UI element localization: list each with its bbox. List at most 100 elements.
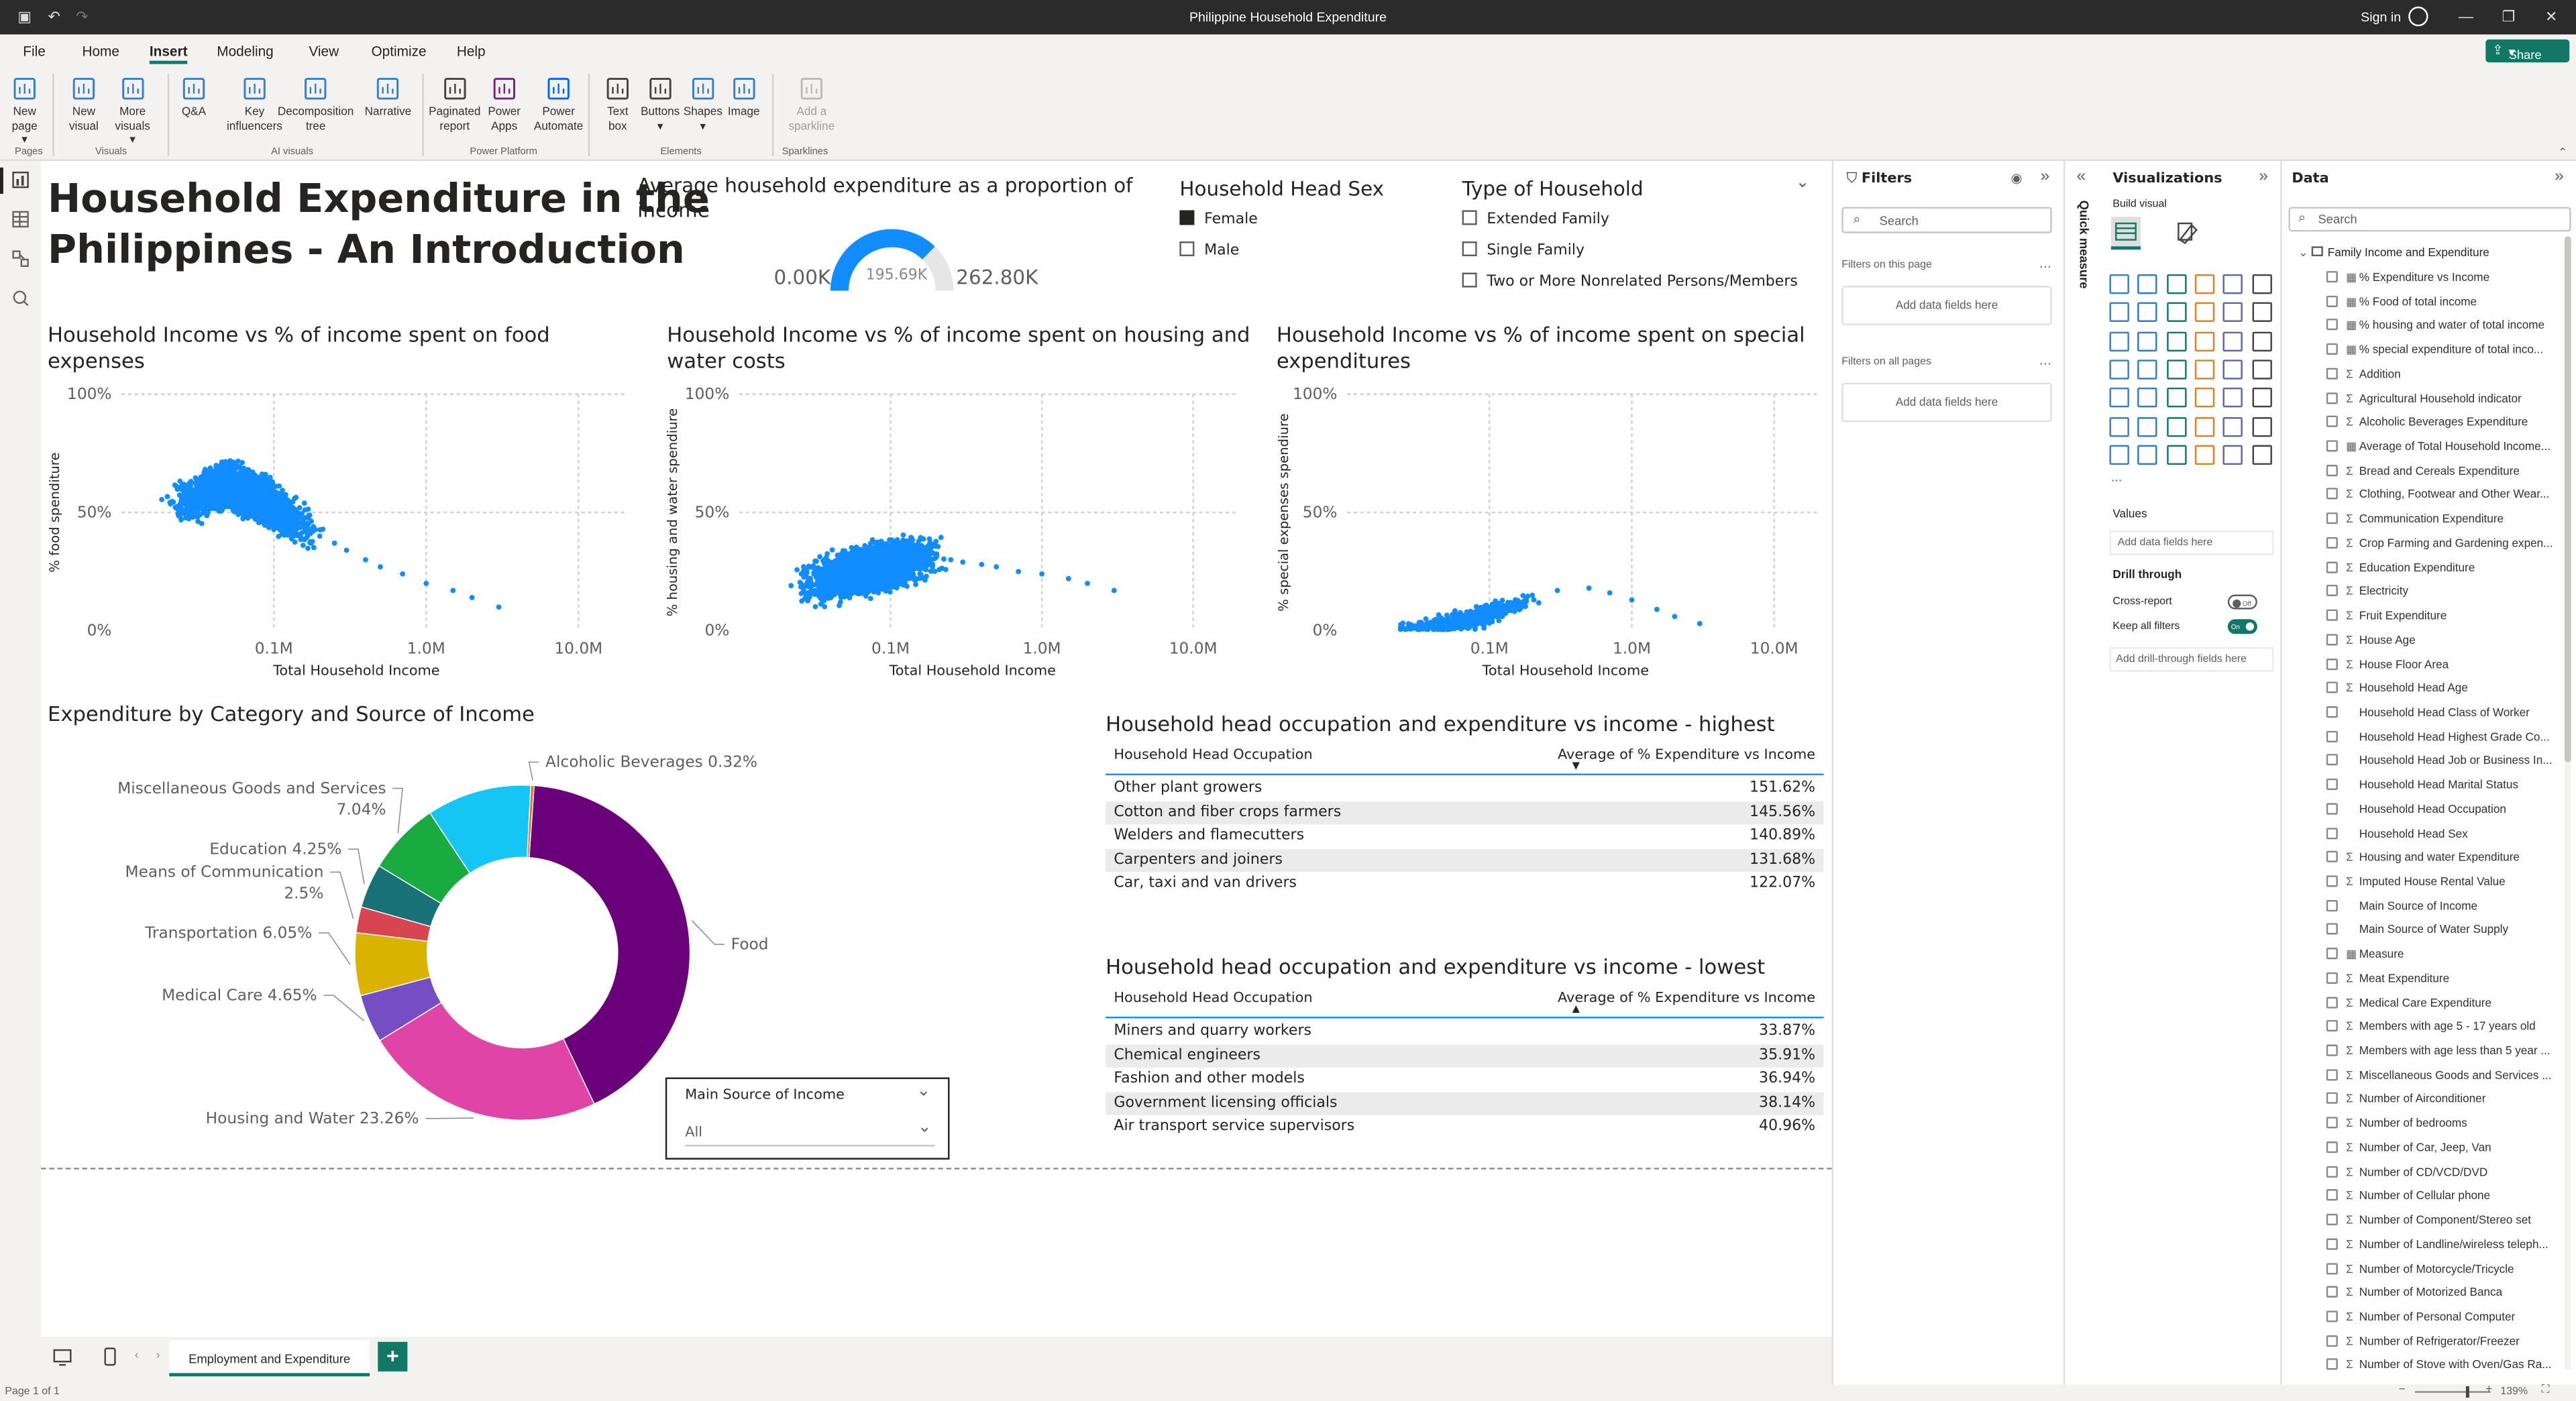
scatter-point[interactable]	[217, 476, 222, 482]
scatter-point[interactable]	[302, 516, 307, 521]
scatter-point[interactable]	[255, 511, 260, 516]
scatter-point[interactable]	[199, 500, 205, 505]
scatter-point[interactable]	[904, 561, 910, 567]
scatter-point[interactable]	[274, 507, 280, 512]
scatter-point[interactable]	[220, 500, 225, 506]
scatter-point[interactable]	[273, 522, 278, 528]
scatter-point[interactable]	[856, 591, 861, 596]
scatter-point[interactable]	[159, 497, 164, 502]
scatter-point[interactable]	[908, 535, 914, 540]
scatter-point[interactable]	[948, 557, 953, 563]
scatter-point[interactable]	[253, 505, 258, 510]
scatter-point[interactable]	[873, 588, 879, 594]
scatter-point[interactable]	[280, 488, 285, 493]
scatter-point[interactable]	[191, 500, 196, 506]
slicer-type-option[interactable]: Single Family	[1462, 241, 1585, 260]
scatter-point[interactable]	[276, 534, 281, 539]
scatter-point[interactable]	[1039, 571, 1044, 577]
menu-optimize[interactable]: Optimize	[371, 43, 426, 59]
scatter-point[interactable]	[242, 492, 248, 497]
scatter-point[interactable]	[191, 492, 197, 498]
power-apps-button[interactable]: PowerApps	[488, 74, 521, 135]
scatter-point[interactable]	[205, 489, 210, 494]
scatter-point[interactable]	[227, 497, 232, 502]
scatter-point[interactable]	[221, 472, 226, 478]
checkbox-checked[interactable]	[1179, 210, 1194, 225]
scatter-point[interactable]	[244, 467, 250, 472]
scatter-point[interactable]	[292, 539, 298, 545]
scatter-point[interactable]	[305, 523, 310, 528]
scatter-point[interactable]	[305, 546, 311, 551]
scatter-point[interactable]	[276, 484, 282, 489]
scatter-point[interactable]	[245, 516, 250, 521]
paginated-report-button[interactable]: Paginatedreport	[429, 74, 480, 135]
scatter-point[interactable]	[266, 525, 272, 530]
scatter-point[interactable]	[924, 545, 929, 550]
scatter-point[interactable]	[890, 541, 896, 547]
scatter-point[interactable]	[237, 465, 242, 470]
scatter-point[interactable]	[838, 600, 843, 605]
scatter-point[interactable]	[813, 604, 818, 610]
report-view-icon[interactable]	[11, 171, 30, 189]
scatter-point[interactable]	[918, 535, 923, 541]
scatter-point[interactable]	[184, 496, 190, 501]
scatter-point[interactable]	[302, 500, 307, 506]
scatter-point[interactable]	[496, 604, 502, 610]
slicer-type-option[interactable]: Extended Family	[1462, 210, 1609, 228]
scatter-point[interactable]	[207, 473, 213, 478]
scatter-point[interactable]	[231, 486, 237, 492]
scatter-point[interactable]	[994, 564, 999, 569]
scatter-point[interactable]	[267, 516, 272, 522]
text-box-button[interactable]: Textbox	[603, 74, 633, 135]
menu-home[interactable]: Home	[82, 43, 119, 59]
sign-in-link[interactable]: Sign in	[2361, 10, 2401, 25]
scatter-point[interactable]	[450, 588, 455, 594]
scatter-point[interactable]	[423, 581, 429, 586]
shapes-button[interactable]: Shapes▾	[684, 74, 722, 135]
scatter-point[interactable]	[172, 505, 178, 510]
chevron-down-icon[interactable]: ⌄	[1796, 174, 1810, 192]
scatter-point[interactable]	[868, 585, 873, 591]
scatter-point[interactable]	[1016, 569, 1021, 574]
new-visual-button[interactable]: Newvisual	[69, 74, 99, 135]
checkbox-unchecked[interactable]	[1179, 241, 1194, 256]
scatter-point[interactable]	[183, 515, 189, 520]
slicer-type-option[interactable]: Two or More Nonrelated Persons/Members	[1462, 273, 1798, 291]
scatter-point[interactable]	[263, 492, 268, 497]
more-visuals-button[interactable]: Morevisuals▾	[115, 74, 150, 148]
scatter-point[interactable]	[202, 506, 207, 512]
model-view-icon[interactable]	[11, 249, 30, 268]
checkbox-unchecked[interactable]	[1462, 273, 1477, 288]
scatter-point[interactable]	[794, 567, 800, 573]
scatter-point[interactable]	[301, 543, 306, 548]
scatter-point[interactable]	[960, 559, 965, 565]
scatter-point[interactable]	[816, 578, 821, 583]
maximize-icon[interactable]: ❐	[2500, 8, 2516, 24]
scatter-point[interactable]	[868, 596, 873, 601]
scatter-point[interactable]	[241, 507, 247, 512]
scatter-point[interactable]	[186, 508, 192, 513]
share-button[interactable]: ⇪ Share ▾	[2485, 40, 2569, 62]
scatter-point[interactable]	[299, 530, 305, 535]
scatter-point[interactable]	[258, 519, 264, 524]
scatter-point[interactable]	[913, 582, 918, 587]
scatter-point[interactable]	[278, 515, 284, 520]
minimize-icon[interactable]: —	[2458, 8, 2474, 24]
scatter-point[interactable]	[283, 502, 288, 508]
scatter-point[interactable]	[941, 557, 947, 562]
scatter-point[interactable]	[208, 465, 213, 471]
gauge-chart[interactable]	[821, 222, 963, 296]
scatter-point[interactable]	[199, 488, 204, 493]
scatter-food-chart[interactable]: 0%50%100%0.1M1.0M10.0MTotal Household In…	[46, 378, 631, 683]
scatter-point[interactable]	[830, 547, 835, 553]
scatter-point[interactable]	[400, 571, 405, 577]
scatter-point[interactable]	[290, 530, 296, 536]
scatter-point[interactable]	[344, 548, 350, 553]
scatter-point[interactable]	[917, 551, 922, 556]
scatter-point[interactable]	[261, 478, 266, 484]
scatter-point[interactable]	[199, 521, 205, 526]
scatter-point[interactable]	[235, 512, 241, 517]
scatter-point[interactable]	[249, 482, 254, 487]
scatter-point[interactable]	[183, 491, 189, 496]
buttons-button[interactable]: Buttons▾	[641, 74, 680, 135]
